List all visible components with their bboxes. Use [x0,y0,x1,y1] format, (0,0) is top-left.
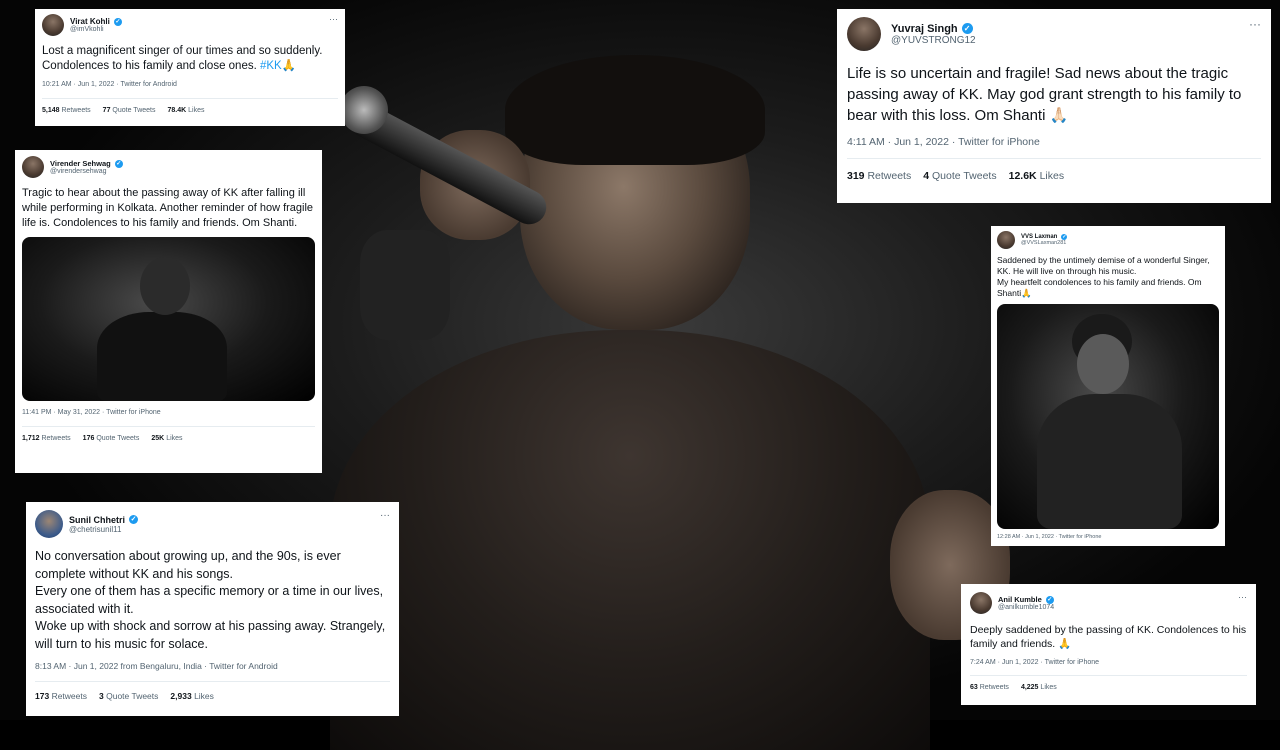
tweet-timestamp[interactable]: 8:13 AM · Jun 1, 2022 from Bengaluru, In… [35,661,390,671]
avatar[interactable] [970,592,992,614]
author-handle[interactable]: @VVSLaxman281 [1021,240,1067,246]
tweet-stats: 319 Retweets 4 Quote Tweets 12.6K Likes [847,170,1261,182]
avatar[interactable] [35,510,63,538]
photo-singer-jacket [1037,394,1182,529]
avatar[interactable] [22,156,44,178]
hashtag-link[interactable]: #KK🙏 [260,60,296,72]
tweet-text: Tragic to hear about the passing away of… [22,187,314,229]
tweet-timestamp[interactable]: 4:11 AM · Jun 1, 2022 · Twitter for iPho… [847,136,1261,148]
photo-singer-head [140,257,190,315]
author-handle[interactable]: @imVkohli [70,26,122,33]
retweets-count[interactable]: 319 Retweets [847,170,911,182]
author-name[interactable]: Virender Sehwag [50,159,111,168]
quote-tweets-count[interactable]: 4 Quote Tweets [923,170,996,182]
tweet-timestamp[interactable]: 10:21 AM · Jun 1, 2022 · Twitter for And… [42,81,338,88]
author-name[interactable]: Virat Kohli [70,17,110,26]
divider [970,675,1247,676]
tweet-vvs-laxman[interactable]: VVS Laxman ✓ @VVSLaxman281 Saddened by th… [991,226,1225,546]
divider [22,426,315,427]
retweets-count[interactable]: 173 Retweets [35,691,87,701]
singer-hair [505,55,765,165]
verified-icon: ✓ [114,159,123,168]
author-handle[interactable]: @chetrisunil11 [69,525,138,534]
likes-count[interactable]: 12.6K Likes [1009,170,1064,182]
tweet-text: Life is so uncertain and fragile! Sad ne… [847,65,1242,124]
verified-icon: ✓ [961,23,973,34]
singer-wristband [360,230,450,340]
microphone-head [340,86,388,134]
tweet-photo[interactable] [997,304,1219,529]
divider [42,98,338,99]
likes-count[interactable]: 78.4K Likes [168,107,205,114]
tweet-timestamp[interactable]: 7:24 AM · Jun 1, 2022 · Twitter for iPho… [970,659,1247,666]
quote-tweets-count[interactable]: 77 Quote Tweets [103,107,156,114]
avatar[interactable] [42,14,64,36]
tweet-text: Deeply saddened by the passing of KK. Co… [970,624,1247,650]
author-name[interactable]: Yuvraj Singh [891,23,958,35]
author-handle[interactable]: @virendersehwag [50,168,123,175]
tweet-sunil-chhetri[interactable]: Sunil Chhetri ✓ @chetrisunil11 ··· No con… [26,502,399,716]
author-name[interactable]: Anil Kumble [998,595,1042,604]
tweet-virat-kohli[interactable]: Virat Kohli ✓ @imVkohli ··· Lost a magnif… [35,9,345,126]
tweet-stats: 5,148 Retweets 77 Quote Tweets 78.4K Lik… [42,107,338,114]
tweet-text: No conversation about growing up, and th… [35,549,386,651]
quote-tweets-count[interactable]: 3 Quote Tweets [99,691,158,701]
verified-icon: ✓ [129,515,138,524]
author-name[interactable]: Sunil Chhetri [69,515,125,525]
likes-count[interactable]: 25K Likes [151,435,182,442]
likes-count[interactable]: 2,933 Likes [170,691,214,701]
likes-count[interactable]: 4,225 Likes [1021,684,1057,691]
avatar[interactable] [847,17,881,51]
verified-icon: ✓ [113,17,122,26]
tweet-text: Lost a magnificent singer of our times a… [42,44,338,74]
quote-tweets-count[interactable]: 176 Quote Tweets [83,435,140,442]
tweet-anil-kumble[interactable]: Anil Kumble ✓ @anilkumble1074 ··· Deeply … [961,584,1256,705]
tweet-yuvraj-singh[interactable]: Yuvraj Singh ✓ @YUVSTRONG12 ··· Life is s… [837,9,1271,203]
tweet-text: Saddened by the untimely demise of a won… [997,255,1210,298]
divider [847,158,1261,159]
singer-body [330,330,930,750]
tweet-timestamp[interactable]: 12:28 AM · Jun 1, 2022 · Twitter for iPh… [997,534,1219,540]
tweet-virender-sehwag[interactable]: Virender Sehwag ✓ @virendersehwag Tragic … [15,150,322,473]
tweet-photo[interactable] [22,237,315,401]
tweet-stats: 63 Retweets 4,225 Likes [970,684,1247,691]
more-options-icon[interactable]: ··· [380,510,390,521]
more-options-icon[interactable]: ··· [1249,17,1261,31]
photo-singer-head [1077,334,1129,394]
avatar[interactable] [997,231,1015,249]
verified-icon: ✓ [1045,595,1054,604]
more-options-icon[interactable]: ··· [1238,592,1247,602]
tweet-stats: 1,712 Retweets 176 Quote Tweets 25K Like… [22,435,315,442]
retweets-count[interactable]: 5,148 Retweets [42,107,91,114]
author-handle[interactable]: @YUVSTRONG12 [891,35,976,46]
retweets-count[interactable]: 63 Retweets [970,684,1009,691]
tweet-stats: 173 Retweets 3 Quote Tweets 2,933 Likes [35,691,390,701]
divider [35,681,390,682]
more-options-icon[interactable]: ··· [329,14,338,24]
photo-singer-body [97,312,227,401]
author-handle[interactable]: @anilkumble1074 [998,604,1054,611]
tweet-timestamp[interactable]: 11:41 PM · May 31, 2022 · Twitter for iP… [22,409,315,416]
retweets-count[interactable]: 1,712 Retweets [22,435,71,442]
